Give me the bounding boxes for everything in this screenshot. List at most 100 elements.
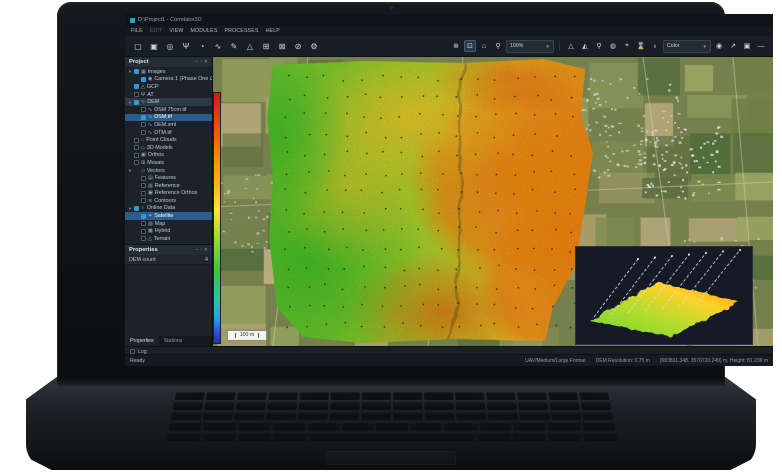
checkbox[interactable] [134, 84, 139, 89]
menu-file[interactable]: FILE [131, 28, 143, 34]
key [202, 432, 237, 441]
tree-item-reference[interactable]: ▥Reference [125, 182, 212, 190]
zoom-3d-icon[interactable]: ⚲ [593, 40, 605, 52]
tree-item-gcp[interactable]: △GCP [125, 83, 212, 91]
tree-item-dsm-75cm-tif[interactable]: ∿DSM 75cm.tif [125, 106, 212, 114]
color-mode-select[interactable]: Color ▼ [663, 40, 711, 53]
menu-processes[interactable]: PROCESSES [225, 28, 259, 34]
tree-item-3d-models[interactable]: ◇3D Models [125, 144, 212, 152]
measure-icon[interactable]: ⊕ [450, 40, 462, 52]
pin-icon[interactable]: – [195, 59, 198, 65]
key [299, 402, 329, 410]
project-tree: ▼▦Images◉Camera 1 (Phase One iXM)△GCPΨAT… [125, 67, 212, 244]
checkbox[interactable] [134, 145, 139, 150]
open-project-icon[interactable]: ▣ [147, 39, 161, 53]
tree-item-mosaic[interactable]: ⊞Mosaic [125, 159, 212, 167]
checkbox[interactable] [134, 153, 139, 158]
checkbox[interactable] [141, 183, 146, 188]
geoid-icon[interactable]: ◔ [195, 39, 209, 53]
tree-item-images[interactable]: ▼▦Images [125, 68, 212, 76]
menu-edit[interactable]: EDIT [150, 28, 163, 34]
checkbox[interactable] [134, 100, 139, 105]
properties-panel-header: Properties –▫✕ [125, 245, 212, 255]
pin-icon[interactable]: – [195, 247, 198, 253]
checkbox[interactable] [141, 115, 146, 120]
checkbox[interactable] [141, 214, 146, 219]
close-icon[interactable]: ✕ [204, 59, 208, 65]
aerial-triangulation-icon[interactable]: Ψ [179, 39, 193, 53]
dem-editing-icon[interactable]: ✎ [227, 39, 241, 53]
zoom-level-select[interactable]: 100% ▼ [506, 40, 554, 53]
tree-item-camera-1-phase-one-ixm-[interactable]: ◉Camera 1 (Phase One iXM) [125, 76, 212, 84]
target-icon[interactable]: ⌖ [621, 40, 633, 52]
checkbox[interactable] [141, 229, 146, 234]
menu-help[interactable]: HELP [266, 28, 280, 34]
checkbox[interactable] [141, 107, 146, 112]
status-item-1: DEM Resolution: 0.75 m [596, 358, 650, 364]
map-viewport[interactable]: 100 m [213, 57, 773, 346]
tree-item-dem[interactable]: ▼∿DEM [125, 98, 212, 106]
expand-arrow-icon[interactable]: ▼ [128, 100, 132, 105]
tree-item-orthos[interactable]: ▣Orthos [125, 152, 212, 160]
dem-generation-icon[interactable]: ∿ [211, 39, 225, 53]
stop-process-icon[interactable]: ⊘ [291, 39, 305, 53]
tree-item-contours[interactable]: ≋Contours [125, 197, 212, 205]
float-icon[interactable]: ▫ [200, 59, 202, 65]
tree-item-map[interactable]: ▨Map [125, 220, 212, 228]
tree-item-hybrid[interactable]: ▩Hybrid [125, 227, 212, 235]
checkbox[interactable] [134, 160, 139, 165]
mosaic-creation-icon[interactable]: ⊞ [259, 39, 273, 53]
tree-item-at[interactable]: ΨAT [125, 91, 212, 99]
checkbox[interactable] [134, 138, 139, 143]
expand-arrow-icon[interactable]: ▼ [128, 168, 132, 173]
expand-arrow-icon[interactable]: ▼ [128, 69, 132, 74]
layers-icon[interactable]: ⊡ [464, 40, 476, 52]
home-view-icon[interactable]: ⌂ [478, 40, 490, 52]
float-icon[interactable]: ▫ [200, 247, 202, 253]
tin-mesh-icon[interactable]: ◭ [579, 40, 591, 52]
checkbox[interactable] [134, 92, 139, 97]
tree-item-terrain[interactable]: △Terrain [125, 235, 212, 243]
tree-item-reference-orthos[interactable]: ▣Reference Orthos [125, 190, 212, 198]
palette-icon[interactable]: ◉ [713, 40, 725, 52]
fullscreen-icon[interactable]: ↗ [727, 40, 739, 52]
expand-arrow-icon[interactable]: ▼ [128, 206, 132, 211]
tree-item-satellite[interactable]: ✦Satellite [125, 212, 212, 220]
process-settings-icon[interactable]: ⚙ [307, 39, 321, 53]
minimize-icon[interactable]: — [755, 40, 767, 52]
ortho-rectification-icon[interactable]: △ [243, 39, 257, 53]
checkbox[interactable] [141, 221, 146, 226]
tab-stations[interactable]: Stations [159, 336, 188, 346]
checkbox[interactable] [141, 236, 146, 241]
tree-item-features[interactable]: ▤Features [125, 174, 212, 182]
checkbox[interactable] [141, 130, 146, 135]
tree-item-point-clouds[interactable]: ∴Point Clouds [125, 136, 212, 144]
tree-item-online-data[interactable]: ▼♁Online Data [125, 205, 212, 213]
sphere-view-icon[interactable]: ◍ [607, 40, 619, 52]
tree-item-dem-xml[interactable]: ∿DEM.xml [125, 121, 212, 129]
tree-item-dsm-tif[interactable]: ∿DSM.tif [125, 114, 212, 122]
profile-icon[interactable]: △ [565, 40, 577, 52]
checkbox[interactable] [141, 77, 146, 82]
menu-bar: FILE EDIT VIEW MODULES PROCESSES HELP [125, 26, 773, 36]
3d-preview-inset[interactable] [576, 247, 752, 344]
checkbox[interactable] [134, 206, 139, 211]
checkbox[interactable] [141, 191, 146, 196]
mosaic-editing-icon[interactable]: ⊠ [275, 39, 289, 53]
checkbox[interactable] [141, 122, 146, 127]
history-icon[interactable]: ⌛ [635, 40, 647, 52]
menu-view[interactable]: VIEW [169, 28, 183, 34]
checkbox[interactable] [141, 176, 146, 181]
snapshot-icon[interactable]: ▣ [741, 40, 753, 52]
tree-item-vectors[interactable]: ▼▱Vectors [125, 167, 212, 175]
globe-icon[interactable]: ♁ [649, 40, 661, 52]
menu-modules[interactable]: MODULES [190, 28, 217, 34]
tree-item-dtm-tif[interactable]: ∿DTM.tif [125, 129, 212, 137]
settings-icon[interactable]: ◎ [163, 39, 177, 53]
zoom-icon[interactable]: ⚲ [492, 40, 504, 52]
close-icon[interactable]: ✕ [204, 247, 208, 253]
new-project-icon[interactable]: ▢ [131, 39, 145, 53]
tab-properties[interactable]: Properties [125, 336, 159, 346]
checkbox[interactable] [141, 198, 146, 203]
checkbox[interactable] [134, 69, 139, 74]
